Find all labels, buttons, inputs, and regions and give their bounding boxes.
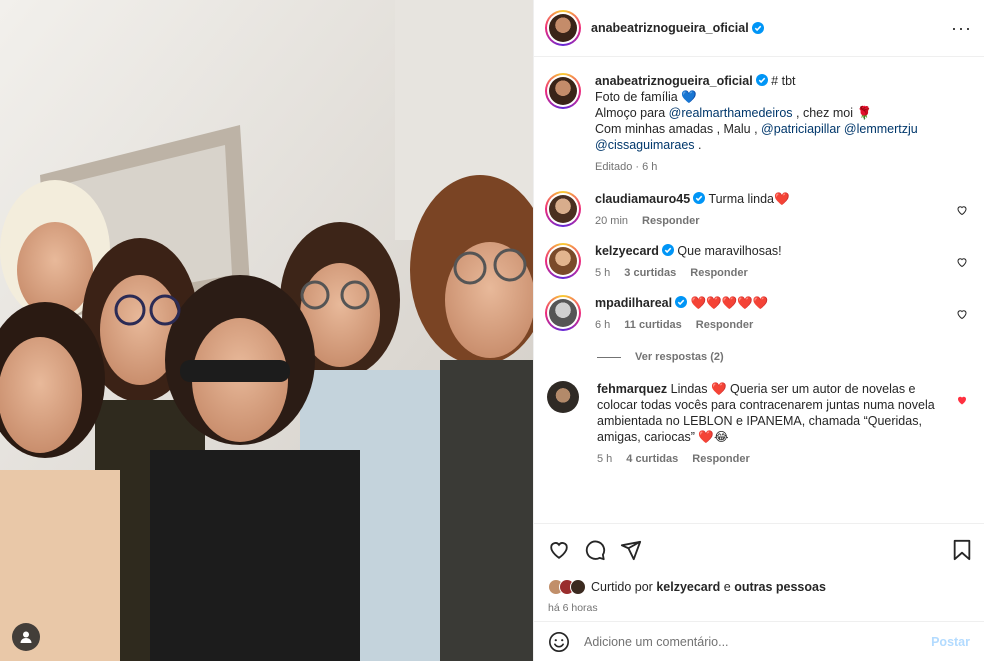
likes-summary: Curtido por kelzyecard e outras pessoas xyxy=(534,575,984,599)
caption-line-2: Foto de família 💙 xyxy=(595,90,697,104)
caption-line-3: Almoço para @realmarthamedeiros , chez m… xyxy=(595,106,873,120)
reply-button[interactable]: Responder xyxy=(690,265,747,281)
comment-item: fehmarquez Lindas ❤️ Queria ser um autor… xyxy=(545,381,970,467)
caption-meta: Editado · 6 h xyxy=(595,161,658,173)
author-username[interactable]: anabeatriznogueira_oficial xyxy=(591,21,749,35)
like-comment-icon[interactable] xyxy=(956,204,968,216)
comment-likes-count[interactable]: 4 curtidas xyxy=(626,451,678,467)
user-icon xyxy=(20,631,32,643)
tagged-users-button[interactable] xyxy=(12,623,40,651)
mention-link[interactable]: @realmarthamedeiros xyxy=(669,106,793,120)
likes-text: Curtido por kelzyecard e outras pessoas xyxy=(591,580,826,594)
comment-text: Que maravilhosas! xyxy=(677,244,782,258)
more-options-icon[interactable]: ··· xyxy=(951,19,972,37)
share-icon[interactable] xyxy=(620,539,642,561)
commenter-avatar[interactable] xyxy=(545,191,581,227)
mention-link[interactable]: @cissaguimaraes xyxy=(595,138,695,152)
mention-link[interactable]: @lemmertzju xyxy=(844,122,918,136)
save-bookmark-icon[interactable] xyxy=(952,539,972,561)
add-comment-bar: Postar xyxy=(534,621,984,661)
reply-button[interactable]: Responder xyxy=(692,451,749,467)
post-header: anabeatriznogueira_oficial ··· xyxy=(534,0,984,57)
post-actions-bar xyxy=(534,523,984,575)
group-photo-image xyxy=(0,0,533,661)
likers-avatars[interactable] xyxy=(548,579,586,595)
commenter-avatar[interactable] xyxy=(545,243,581,279)
commenter-username[interactable]: mpadilhareal xyxy=(595,296,672,310)
commenter-avatar[interactable] xyxy=(547,381,579,413)
reply-button[interactable]: Responder xyxy=(696,317,753,333)
commenter-username[interactable]: kelzyecard xyxy=(595,244,659,258)
caption-hashtag: # tbt xyxy=(771,74,796,88)
post-photo[interactable] xyxy=(0,0,533,661)
comment-input[interactable] xyxy=(584,634,932,649)
view-replies-button[interactable]: Ver respostas (2) xyxy=(597,351,970,363)
comment-likes-count[interactable]: 11 curtidas xyxy=(624,317,681,333)
comment-item: claudiamauro45 Turma linda❤️ 20 min Respo… xyxy=(545,191,970,229)
reply-button[interactable]: Responder xyxy=(642,213,699,229)
comment-time[interactable]: 20 min xyxy=(595,213,628,229)
comment-text: Turma linda❤️ xyxy=(708,192,790,206)
comment-text: ❤️❤️❤️❤️❤️ xyxy=(690,296,769,310)
verified-badge-icon xyxy=(675,296,688,308)
comment-likes-count[interactable]: 3 curtidas xyxy=(624,265,676,281)
other-likers-link[interactable]: outras pessoas xyxy=(734,580,826,594)
caption-author-avatar[interactable] xyxy=(545,73,581,109)
commenter-username[interactable]: fehmarquez xyxy=(597,382,667,396)
emoji-icon[interactable] xyxy=(548,631,570,653)
caption-line-4: Com minhas amadas , Malu , @patriciapill… xyxy=(595,122,918,136)
liked-comment-heart-icon[interactable] xyxy=(956,394,968,406)
comment-icon[interactable] xyxy=(584,539,606,561)
replies-divider xyxy=(597,356,621,358)
verified-badge-icon xyxy=(751,22,764,34)
comment-time[interactable]: 5 h xyxy=(595,265,610,281)
liker-username[interactable]: kelzyecard xyxy=(656,580,720,594)
post-comment-button[interactable]: Postar xyxy=(931,635,970,649)
commenter-avatar[interactable] xyxy=(545,295,581,331)
verified-badge-icon xyxy=(693,192,706,204)
caption-line-5: @cissaguimaraes . xyxy=(595,138,702,152)
like-comment-icon[interactable] xyxy=(956,256,968,268)
comment-item: mpadilhareal ❤️❤️❤️❤️❤️ 6 h 11 curtidas Re… xyxy=(545,295,970,333)
post-side-panel: anabeatriznogueira_oficial ··· anabeatri… xyxy=(533,0,984,661)
comment-item: kelzyecard Que maravilhosas! 5 h 3 curtid… xyxy=(545,243,970,281)
caption-username[interactable]: anabeatriznogueira_oficial xyxy=(595,74,753,88)
author-avatar[interactable] xyxy=(545,10,581,46)
comment-time[interactable]: 5 h xyxy=(597,451,612,467)
comments-list: anabeatriznogueira_oficial # tbt Foto de… xyxy=(534,57,984,523)
commenter-username[interactable]: claudiamauro45 xyxy=(595,192,690,206)
view-replies-label[interactable]: Ver respostas (2) xyxy=(635,351,724,363)
comment-time[interactable]: 6 h xyxy=(595,317,610,333)
verified-badge-icon xyxy=(661,244,674,256)
post-caption: anabeatriznogueira_oficial # tbt Foto de… xyxy=(545,73,970,175)
instagram-post-modal: anabeatriznogueira_oficial ··· anabeatri… xyxy=(0,0,984,661)
like-comment-icon[interactable] xyxy=(956,308,968,320)
verified-badge-icon xyxy=(755,74,768,86)
like-heart-icon[interactable] xyxy=(548,539,570,561)
mention-link[interactable]: @patriciapillar xyxy=(761,122,840,136)
post-timestamp[interactable]: há 6 horas xyxy=(534,599,984,621)
